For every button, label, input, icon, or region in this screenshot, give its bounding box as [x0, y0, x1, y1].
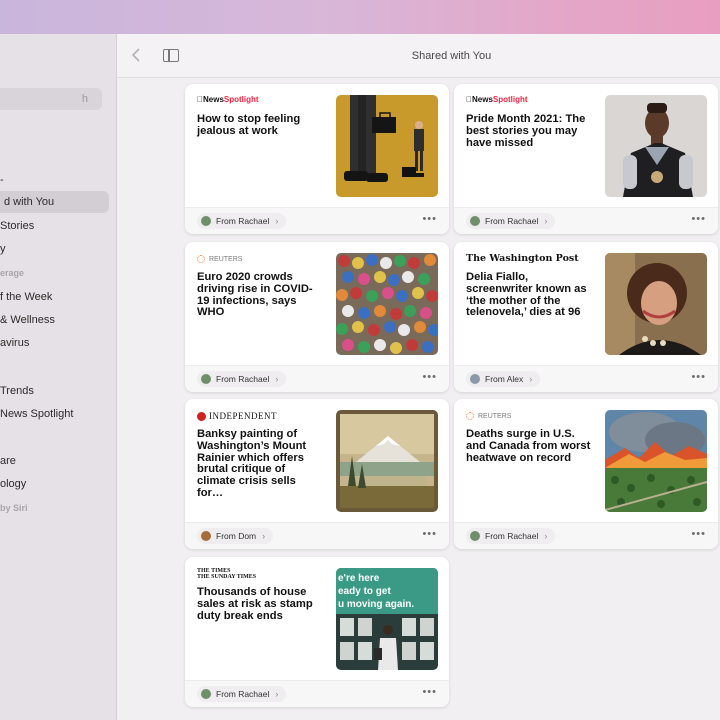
thumbnail-text-line: eady to get — [338, 586, 391, 597]
avatar — [201, 531, 211, 541]
more-options-icon[interactable]: ••• — [422, 528, 437, 540]
shared-by-pill[interactable]: From Dom › — [197, 528, 274, 544]
washington-post-logo: The Washington Post — [466, 253, 579, 264]
toolbar: Shared with You — [117, 34, 720, 78]
article-card[interactable]: THE TIMES THE SUNDAY TIMES Thousands of … — [185, 557, 449, 707]
thumbnail-text-line: e're here — [338, 573, 380, 584]
article-card[interactable]: NewsSpotlight How to stop feeling jealo… — [185, 84, 449, 234]
sidebar-item-today[interactable]: y — [0, 243, 6, 255]
sidebar-item-technology[interactable]: ology — [0, 478, 26, 490]
chevron-right-icon: › — [275, 216, 279, 226]
article-card[interactable]: REUTERS Euro 2020 crowds driving rise in… — [185, 242, 449, 392]
news-window: - h d with You Stories y erage f the Wee… — [0, 34, 720, 720]
article-thumbnail — [605, 410, 707, 512]
article-card[interactable]: INDEPENDENT Banksy painting of Washingto… — [185, 399, 449, 549]
article-headline: Pride Month 2021: The best stories you m… — [466, 113, 586, 149]
article-card[interactable]: NewsSpotlight Pride Month 2021: The bes… — [454, 84, 718, 234]
reuters-logo: REUTERS — [466, 410, 511, 422]
avatar — [470, 374, 480, 384]
card-footer: From Rachael › ••• — [185, 207, 449, 234]
sidebar-item-news-spotlight[interactable]: News Spotlight — [0, 408, 73, 420]
shared-by-pill[interactable]: From Rachael › — [197, 213, 287, 229]
thumbnail-text-line: u moving again. — [338, 599, 414, 610]
chevron-right-icon: › — [275, 689, 279, 699]
article-thumbnail — [336, 410, 438, 512]
article-card[interactable]: The Washington Post Delia Fiallo, screen… — [454, 242, 718, 392]
shared-by-pill[interactable]: From Rachael › — [197, 686, 287, 702]
sidebar-item-week[interactable]: f the Week — [0, 291, 52, 303]
the-times-logo: THE TIMES THE SUNDAY TIMES — [197, 568, 257, 580]
article-headline: Banksy painting of Washington’s Mount Ra… — [197, 428, 307, 499]
independent-logo: INDEPENDENT — [197, 410, 277, 422]
desktop-wallpaper — [0, 0, 720, 36]
chevron-right-icon: › — [275, 374, 279, 384]
chevron-right-icon: › — [262, 531, 266, 541]
sidebar-item-coronavirus[interactable]: avirus — [0, 337, 29, 349]
shared-by-pill[interactable]: From Alex › — [466, 371, 541, 387]
more-options-icon[interactable]: ••• — [422, 371, 437, 383]
article-headline: Thousands of house sales at risk as stam… — [197, 586, 313, 622]
card-footer: From Rachael › ••• — [185, 365, 449, 392]
article-card[interactable]: REUTERS Deaths surge in U.S. and Canada … — [454, 399, 718, 549]
search-field[interactable]: h — [0, 88, 102, 110]
sidebar-item-shared-with-you[interactable]: d with You — [0, 191, 109, 213]
sidebar-item-health-care[interactable]: are — [0, 455, 16, 467]
chevron-right-icon: › — [544, 531, 548, 541]
reuters-icon — [466, 412, 474, 420]
window-title: Shared with You — [411, 50, 492, 62]
more-options-icon[interactable]: ••• — [691, 371, 706, 383]
article-thumbnail — [605, 253, 707, 355]
more-options-icon[interactable]: ••• — [422, 213, 437, 225]
apple-news-spotlight-logo: NewsSpotlight — [197, 95, 259, 104]
avatar — [201, 689, 211, 699]
article-thumbnail — [605, 95, 707, 197]
article-thumbnail — [336, 253, 438, 355]
chevron-right-icon: › — [544, 216, 548, 226]
chevron-right-icon: › — [529, 374, 533, 384]
card-footer: From Dom › ••• — [185, 522, 449, 549]
sidebar-dash: - — [0, 174, 4, 186]
independent-eagle-icon — [197, 411, 206, 421]
avatar — [470, 216, 480, 226]
avatar — [201, 374, 211, 384]
shared-by-pill[interactable]: From Rachael › — [466, 528, 556, 544]
reuters-logo: REUTERS — [197, 253, 242, 265]
shared-by-pill[interactable]: From Rachael › — [466, 213, 556, 229]
card-footer: From Rachael › ••• — [454, 522, 718, 549]
sidebar-item-wellness[interactable]: & Wellness — [0, 314, 55, 326]
article-headline: How to stop feeling jealous at work — [197, 113, 301, 137]
shared-by-pill[interactable]: From Rachael › — [197, 371, 287, 387]
sidebar-item-trends[interactable]: Trends — [0, 385, 34, 397]
more-options-icon[interactable]: ••• — [691, 213, 706, 225]
more-options-icon[interactable]: ••• — [691, 528, 706, 540]
article-thumbnail: e're here eady to get u moving again. — [336, 568, 438, 670]
apple-news-spotlight-logo: NewsSpotlight — [466, 95, 528, 104]
article-thumbnail — [336, 95, 438, 197]
more-options-icon[interactable]: ••• — [422, 686, 437, 698]
card-footer: From Rachael › ••• — [454, 207, 718, 234]
article-headline: Delia Fiallo, screenwriter known as ‘the… — [466, 271, 587, 319]
shared-feed: NewsSpotlight How to stop feeling jealo… — [117, 78, 720, 720]
card-footer: From Alex › ••• — [454, 365, 718, 392]
sidebar-item-top-stories[interactable]: Stories — [0, 220, 34, 232]
sidebar-heading-siri: by Siri — [0, 503, 28, 513]
article-headline: Euro 2020 crowds driving rise in COVID-1… — [197, 271, 313, 319]
article-headline: Deaths surge in U.S. and Canada from wor… — [466, 428, 591, 464]
sidebar: - h d with You Stories y erage f the Wee… — [0, 34, 117, 720]
sidebar-heading-coverage: erage — [0, 268, 25, 278]
reuters-icon — [197, 255, 205, 263]
avatar — [470, 531, 480, 541]
avatar — [201, 216, 211, 226]
card-footer: From Rachael › ••• — [185, 680, 449, 707]
